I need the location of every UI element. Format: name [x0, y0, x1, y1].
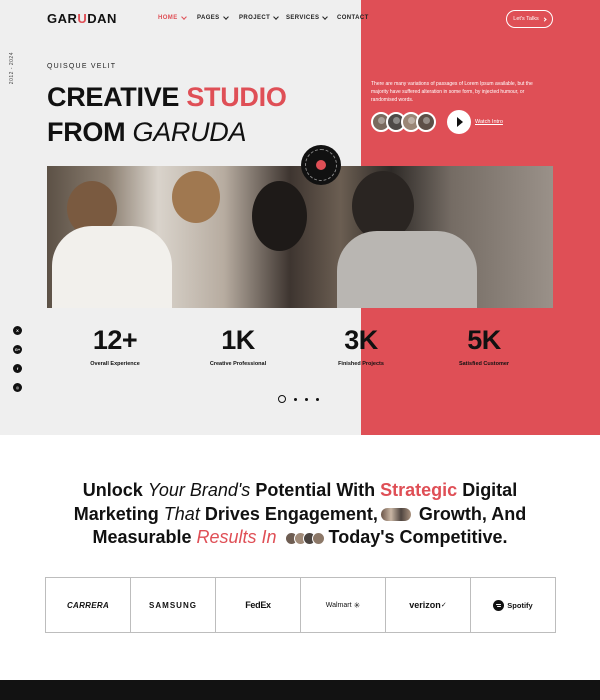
spark-icon: ✳ — [353, 600, 361, 610]
nav-services[interactable]: SERVICES — [286, 14, 329, 21]
headline-text: Drives Engagement, — [204, 503, 378, 524]
headline-text: Measurable — [92, 527, 197, 547]
stat-label: Satisfied Customer — [458, 361, 510, 367]
stat-value: 12+ — [92, 325, 138, 355]
logo-text-accent: U — [77, 11, 88, 26]
stat-label: Creative Professional — [209, 361, 267, 367]
check-icon: ✓ — [440, 602, 447, 609]
hero-title-word: CREATIVE — [47, 82, 187, 112]
chevron-down-icon — [180, 14, 187, 20]
brand-logo-samsung: SAMSUNG — [131, 578, 216, 632]
facebook-icon[interactable]: f — [13, 364, 22, 373]
instagram-icon[interactable]: ◎ — [13, 383, 22, 392]
photo-person — [172, 171, 220, 223]
social-links: X G+ f ◎ — [13, 326, 22, 392]
headline-italic: That — [163, 503, 205, 524]
brand-logo-spotify: Spotify — [471, 578, 555, 632]
footer-section — [0, 680, 600, 700]
photo-shirt — [52, 226, 172, 308]
nav-pages[interactable]: PAGES — [197, 14, 229, 21]
hero-description: There are many variations of passages of… — [371, 81, 533, 103]
headline-text: Marketing — [73, 503, 164, 524]
team-avatars — [371, 112, 436, 132]
chevron-down-icon — [222, 14, 229, 20]
headline-highlight-italic: Results In — [196, 527, 282, 547]
verizon-label: verizon — [409, 600, 441, 610]
slider-dot[interactable] — [294, 397, 297, 401]
chevron-down-icon — [322, 14, 329, 20]
watch-intro-link[interactable]: Watch Intro — [475, 119, 503, 125]
lets-talk-label: Let's Talks — [513, 16, 539, 22]
slider-pagination — [278, 395, 319, 403]
hero-team-photo — [47, 166, 553, 308]
stat-item: 3K Finished Projects — [306, 325, 416, 367]
chevron-right-icon — [542, 16, 547, 22]
logo-text-end: DAN — [87, 11, 117, 26]
chevron-down-icon — [273, 14, 279, 20]
hero-title: CREATIVE STUDIO FROM GARUDA — [47, 80, 287, 150]
stat-label: Finished Projects — [338, 361, 384, 367]
brand-logos-strip: CARRERA SAMSUNG FedEx Walmart ✳ verizon ✓ … — [45, 577, 556, 633]
stat-value: 1K — [221, 325, 255, 355]
logo-text-start: GAR — [47, 11, 78, 26]
nav-project[interactable]: PROJECT — [239, 14, 279, 21]
google-icon[interactable]: G+ — [13, 345, 22, 354]
headline-highlight: Strategic — [380, 480, 463, 500]
nav-services-label: SERVICES — [286, 15, 320, 21]
nav-contact[interactable]: CONTACT — [337, 15, 369, 21]
nav-home[interactable]: HOME — [158, 14, 187, 21]
brand-logo-walmart: Walmart ✳ — [301, 578, 386, 632]
brand-logo-carrera: CARRERA — [46, 578, 131, 632]
stat-value: 3K — [344, 325, 378, 355]
walmart-label: Walmart — [325, 601, 352, 609]
hero-title-highlight: STUDIO — [186, 82, 287, 112]
avatar — [416, 112, 436, 132]
photo-person — [252, 181, 307, 251]
nav-pages-label: PAGES — [197, 15, 220, 21]
slider-dot[interactable] — [305, 397, 308, 401]
slider-dot-active[interactable] — [278, 395, 286, 403]
hero-kicker: QUISQUE VELIT — [47, 63, 117, 70]
stat-item: 5K Satisfied Customer — [429, 325, 539, 367]
site-logo[interactable]: GARUDAN — [47, 11, 117, 26]
headline-italic: Your Brand's — [147, 480, 256, 500]
badge-ring — [305, 149, 337, 181]
headline-text: Growth, And — [413, 503, 527, 524]
spotify-icon — [493, 599, 505, 611]
brand-logo-fedex: FedEx — [216, 578, 301, 632]
hero-title-italic: GARUDA — [132, 117, 247, 147]
photo-shirt — [337, 231, 477, 308]
slider-dot[interactable] — [316, 397, 319, 401]
stat-label: Overall Experience — [90, 361, 140, 367]
stat-item: 12+ Overall Experience — [60, 325, 170, 367]
headline-avatars — [284, 531, 325, 545]
stat-value: 5K — [467, 325, 501, 355]
nav-contact-label: CONTACT — [337, 15, 369, 21]
stat-item: 1K Creative Professional — [183, 325, 293, 367]
headline-image-pill — [380, 508, 411, 522]
lets-talk-button[interactable]: Let's Talks — [506, 10, 553, 28]
marketing-headline: Unlock Your Brand's Potential With Strat… — [40, 479, 560, 550]
brand-logo-verizon: verizon ✓ — [386, 578, 471, 632]
headline-text: Potential With — [255, 480, 381, 500]
circular-text-badge — [301, 145, 341, 185]
headline-text: Unlock — [82, 480, 148, 500]
hero-title-word: FROM — [47, 117, 133, 147]
year-range: 2012 - 2024 — [9, 52, 15, 85]
headline-text: Digital — [462, 480, 518, 500]
nav-project-label: PROJECT — [239, 15, 271, 21]
play-video-button[interactable] — [447, 110, 471, 134]
nav-home-label: HOME — [158, 15, 178, 21]
headline-text: Today's Competitive. — [323, 527, 508, 547]
x-icon[interactable]: X — [13, 326, 22, 335]
spotify-label: Spotify — [507, 600, 533, 610]
